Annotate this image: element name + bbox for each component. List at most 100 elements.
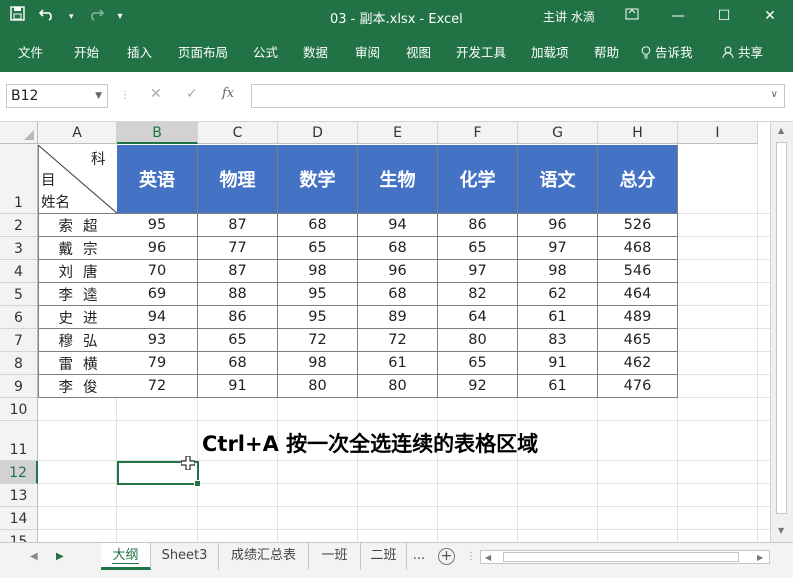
score-cell[interactable]: 96 xyxy=(358,260,438,283)
row-header-8[interactable]: 8 xyxy=(0,352,38,375)
maximize-button[interactable]: ☐ xyxy=(701,0,747,34)
student-name-cell[interactable]: 雷横 xyxy=(38,352,118,375)
row-header-10[interactable]: 10 xyxy=(0,398,38,421)
add-sheet-button[interactable]: + xyxy=(438,548,455,565)
score-cell[interactable]: 94 xyxy=(117,306,198,329)
name-box-dropdown-icon[interactable]: ▼ xyxy=(95,85,102,107)
tab-formulas[interactable]: 公式 xyxy=(253,42,278,61)
row-header-4[interactable]: 4 xyxy=(0,260,38,283)
score-cell[interactable]: 94 xyxy=(358,214,438,237)
prev-sheet-icon[interactable]: ◀ xyxy=(30,551,38,562)
subject-header-cell[interactable]: 语文 xyxy=(518,145,598,214)
score-cell[interactable]: 83 xyxy=(518,329,598,352)
column-header-a[interactable]: A xyxy=(38,122,117,144)
tab-view[interactable]: 视图 xyxy=(406,42,431,61)
score-cell[interactable]: 97 xyxy=(518,237,598,260)
score-cell[interactable]: 96 xyxy=(117,237,198,260)
name-box[interactable]: B12 ▼ xyxy=(6,84,108,108)
score-cell[interactable]: 87 xyxy=(198,214,278,237)
score-cell[interactable]: 88 xyxy=(198,283,278,306)
horizontal-scrollbar[interactable]: ◀ ▶ xyxy=(480,550,770,564)
enter-icon[interactable]: ✓ xyxy=(186,86,198,102)
score-cell[interactable]: 62 xyxy=(518,283,598,306)
total-score-cell[interactable]: 465 xyxy=(598,329,678,352)
subject-header-cell[interactable]: 物理 xyxy=(198,145,278,214)
subject-header-cell[interactable]: 总分 xyxy=(598,145,678,214)
score-cell[interactable]: 79 xyxy=(117,352,198,375)
score-cell[interactable]: 80 xyxy=(278,375,358,398)
user-name[interactable]: 主讲 水滴 xyxy=(543,8,595,25)
sheet-tab-summary[interactable]: 成绩汇总表 xyxy=(219,543,309,570)
score-cell[interactable]: 98 xyxy=(278,260,358,283)
score-cell[interactable]: 70 xyxy=(117,260,198,283)
column-header-c[interactable]: C xyxy=(198,122,278,144)
scroll-down-icon[interactable]: ▼ xyxy=(778,526,784,535)
tab-developer[interactable]: 开发工具 xyxy=(456,42,506,61)
student-name-cell[interactable]: 穆弘 xyxy=(38,329,118,352)
sheet-tab-sheet3[interactable]: Sheet3 xyxy=(151,543,219,570)
score-cell[interactable]: 82 xyxy=(438,283,518,306)
column-header-g[interactable]: G xyxy=(518,122,598,144)
subject-header-cell[interactable]: 化学 xyxy=(438,145,518,214)
score-cell[interactable]: 86 xyxy=(198,306,278,329)
tab-home[interactable]: 开始 xyxy=(74,42,99,61)
sheet-tab-class2[interactable]: 二班 xyxy=(361,543,407,570)
row-header-9[interactable]: 9 xyxy=(0,375,38,398)
row-header-2[interactable]: 2 xyxy=(0,214,38,237)
student-name-cell[interactable]: 史进 xyxy=(38,306,118,329)
score-cell[interactable]: 68 xyxy=(278,214,358,237)
sheet-tab-outline[interactable]: 大纲 xyxy=(101,543,151,570)
column-header-b[interactable]: B xyxy=(117,122,198,144)
row-header-11[interactable]: 11 xyxy=(0,421,38,461)
score-cell[interactable]: 95 xyxy=(278,306,358,329)
total-score-cell[interactable]: 546 xyxy=(598,260,678,283)
undo-icon[interactable] xyxy=(38,7,55,27)
score-cell[interactable]: 91 xyxy=(518,352,598,375)
score-cell[interactable]: 87 xyxy=(198,260,278,283)
student-name-cell[interactable]: 李逵 xyxy=(38,283,118,306)
total-score-cell[interactable]: 526 xyxy=(598,214,678,237)
tell-me[interactable]: 告诉我 xyxy=(641,42,693,61)
score-cell[interactable]: 89 xyxy=(358,306,438,329)
undo-dropdown-icon[interactable]: ▾ xyxy=(69,7,74,27)
score-cell[interactable]: 65 xyxy=(278,237,358,260)
column-header-f[interactable]: F xyxy=(438,122,518,144)
row-header-13[interactable]: 13 xyxy=(0,484,38,507)
score-cell[interactable]: 65 xyxy=(438,237,518,260)
score-cell[interactable]: 68 xyxy=(198,352,278,375)
score-cell[interactable]: 97 xyxy=(438,260,518,283)
subject-header-cell[interactable]: 数学 xyxy=(278,145,358,214)
redo-icon[interactable] xyxy=(88,7,104,27)
tab-split-grip[interactable]: ⋮ xyxy=(466,551,476,562)
more-sheets[interactable]: ... xyxy=(407,543,431,570)
score-cell[interactable]: 98 xyxy=(278,352,358,375)
scroll-right-icon[interactable]: ▶ xyxy=(757,553,763,562)
row-header-3[interactable]: 3 xyxy=(0,237,38,260)
score-cell[interactable]: 65 xyxy=(198,329,278,352)
score-cell[interactable]: 98 xyxy=(518,260,598,283)
tab-review[interactable]: 审阅 xyxy=(355,42,380,61)
student-name-cell[interactable]: 刘唐 xyxy=(38,260,118,283)
sheet-tab-class1[interactable]: 一班 xyxy=(309,543,361,570)
score-cell[interactable]: 61 xyxy=(518,306,598,329)
column-header-i[interactable]: I xyxy=(678,122,758,144)
subject-header-cell[interactable]: 生物 xyxy=(358,145,438,214)
score-cell[interactable]: 68 xyxy=(358,237,438,260)
vertical-scroll-thumb[interactable] xyxy=(776,142,787,514)
score-cell[interactable]: 95 xyxy=(117,214,198,237)
student-name-cell[interactable]: 索超 xyxy=(38,214,118,237)
subject-header-cell[interactable]: 英语 xyxy=(117,145,198,214)
total-score-cell[interactable]: 468 xyxy=(598,237,678,260)
tab-file[interactable]: 文件 xyxy=(18,42,43,61)
column-header-h[interactable]: H xyxy=(598,122,678,144)
score-cell[interactable]: 92 xyxy=(438,375,518,398)
row-header-15[interactable]: 15 xyxy=(0,530,38,542)
student-name-cell[interactable]: 戴宗 xyxy=(38,237,118,260)
scroll-up-icon[interactable]: ▲ xyxy=(778,126,784,135)
spreadsheet-grid[interactable]: ABCDEFGHI 1 2 3 4 5 6 7 8 9 10 11 12 13 14 15 科 目 姓名 英… xyxy=(0,122,793,542)
score-cell[interactable]: 91 xyxy=(198,375,278,398)
insert-function-icon[interactable]: fx xyxy=(222,86,234,101)
score-cell[interactable]: 93 xyxy=(117,329,198,352)
expand-formula-bar-icon[interactable]: ∨ xyxy=(771,89,778,100)
score-cell[interactable]: 69 xyxy=(117,283,198,306)
